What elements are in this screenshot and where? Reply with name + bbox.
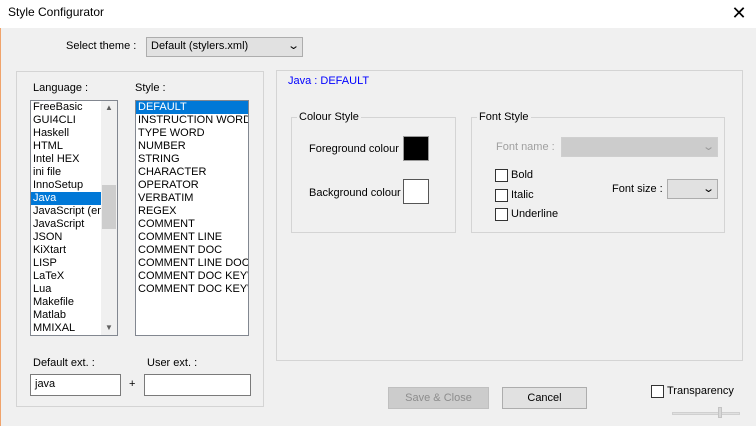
style-list-item[interactable]: OPERATOR	[136, 179, 248, 192]
style-list-item[interactable]: TYPE WORD	[136, 127, 248, 140]
scroll-up-icon[interactable]: ▲	[101, 101, 117, 115]
close-icon[interactable]: ✕	[722, 0, 756, 30]
bold-checkbox[interactable]	[495, 169, 508, 182]
style-list-item[interactable]: COMMENT	[136, 218, 248, 231]
background-colour-label: Background colour	[309, 187, 401, 199]
style-heading: Java : DEFAULT	[288, 75, 370, 87]
style-list-item[interactable]: COMMENT DOC KEYWO	[136, 283, 248, 296]
foreground-colour-label: Foreground colour	[309, 143, 399, 155]
theme-select[interactable]: Default (stylers.xml) ⌄	[146, 37, 303, 57]
background-colour-swatch[interactable]	[403, 179, 429, 204]
chevron-down-icon: ⌄	[286, 40, 300, 52]
style-label: Style :	[135, 82, 166, 94]
style-list[interactable]: DEFAULT INSTRUCTION WORD TYPE WORD NUMBER ST…	[135, 100, 249, 336]
default-ext-label: Default ext. :	[33, 357, 95, 369]
font-name-select[interactable]: ⌄	[561, 137, 718, 157]
style-list-item[interactable]: NUMBER	[136, 140, 248, 153]
plus-sign: +	[129, 378, 136, 390]
style-list-item[interactable]: COMMENT DOC	[136, 244, 248, 257]
font-size-label: Font size :	[612, 183, 663, 195]
language-label: Language :	[33, 82, 89, 94]
window-title: Style Configurator	[8, 5, 105, 19]
font-name-label: Font name :	[496, 141, 555, 153]
font-size-select[interactable]: ⌄	[667, 179, 718, 199]
title-bar	[0, 0, 756, 30]
underline-checkbox[interactable]	[495, 208, 508, 221]
transparency-checkbox[interactable]	[651, 385, 664, 398]
window-border	[0, 28, 1, 426]
colour-style-title: Colour Style	[297, 111, 361, 123]
style-list-item[interactable]: INSTRUCTION WORD	[136, 114, 248, 127]
scroll-down-icon[interactable]: ▼	[101, 321, 117, 335]
chevron-down-icon: ⌄	[701, 141, 715, 153]
user-ext-label: User ext. :	[147, 357, 198, 369]
style-list-item[interactable]: VERBATIM	[136, 192, 248, 205]
style-list-item[interactable]: REGEX	[136, 205, 248, 218]
default-ext-field[interactable]: java	[30, 374, 121, 396]
transparency-label: Transparency	[667, 385, 734, 397]
transparency-slider[interactable]	[672, 412, 740, 415]
cancel-button[interactable]: Cancel	[502, 387, 587, 409]
underline-label: Underline	[511, 208, 559, 220]
select-theme-label: Select theme :	[66, 40, 137, 52]
style-list-item[interactable]: COMMENT LINE DOC	[136, 257, 248, 270]
style-list-item[interactable]: STRING	[136, 153, 248, 166]
foreground-colour-swatch[interactable]	[403, 136, 429, 161]
italic-checkbox[interactable]	[495, 189, 508, 202]
font-style-title: Font Style	[477, 111, 531, 123]
style-list-item[interactable]: COMMENT LINE	[136, 231, 248, 244]
style-list-item[interactable]: COMMENT DOC KEYWO	[136, 270, 248, 283]
scrollbar-thumb[interactable]	[102, 185, 116, 229]
transparency-slider-thumb[interactable]	[718, 407, 722, 418]
bold-label: Bold	[511, 169, 534, 181]
chevron-down-icon: ⌄	[701, 183, 715, 195]
style-list-item[interactable]: CHARACTER	[136, 166, 248, 179]
colour-style-group	[291, 117, 456, 233]
save-close-button[interactable]: Save & Close	[388, 387, 489, 409]
italic-label: Italic	[511, 189, 534, 201]
style-list-item[interactable]: DEFAULT	[136, 101, 248, 114]
theme-select-value: Default (stylers.xml)	[151, 40, 249, 52]
font-style-group	[471, 117, 725, 233]
user-ext-field[interactable]	[144, 374, 251, 396]
